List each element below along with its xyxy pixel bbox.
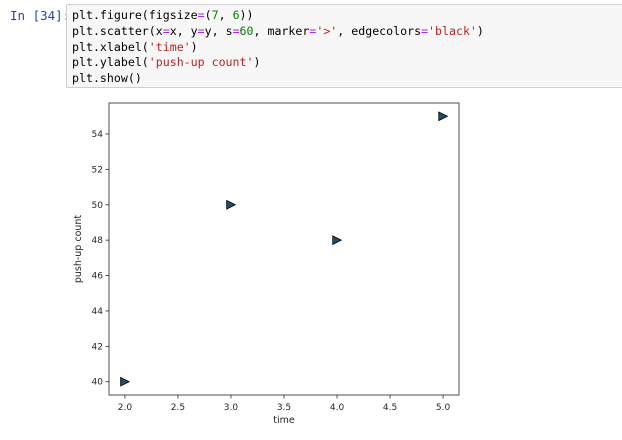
y-axis-label: push-up count [73,215,84,284]
scatter-point [332,235,343,246]
y-tick-label: 44 [92,307,104,317]
x-tick-label: 3.0 [224,403,239,413]
scatter-point [226,199,237,210]
x-tick-label: 3.5 [277,403,291,413]
y-tick-label: 42 [92,342,103,352]
axes-frame [108,102,460,396]
x-tick-label: 2.0 [118,403,133,413]
y-axis: 40 42 44 46 48 50 52 54 [92,130,109,388]
y-tick-label: 46 [92,272,104,282]
x-tick-label: 4.0 [330,403,345,413]
y-tick-label: 40 [92,378,104,388]
x-axis: 2.0 2.5 3.0 3.5 4.0 4.5 5.0 [118,395,451,413]
scatter-point [120,376,131,387]
x-axis-label: time [273,415,295,426]
y-tick-label: 48 [92,236,104,246]
x-tick-label: 5.0 [436,403,451,413]
scatter-chart: 40 42 44 46 48 50 52 54 2.0 2.5 3.0 3.5 4.0 4.5 5.0 t… [73,102,460,426]
x-tick-label: 4.5 [383,403,397,413]
x-tick-label: 2.5 [171,403,185,413]
data-points [120,111,449,387]
y-tick-label: 50 [92,201,104,211]
y-tick-label: 54 [92,130,104,140]
y-tick-label: 52 [92,165,103,175]
scatter-point [438,111,449,122]
